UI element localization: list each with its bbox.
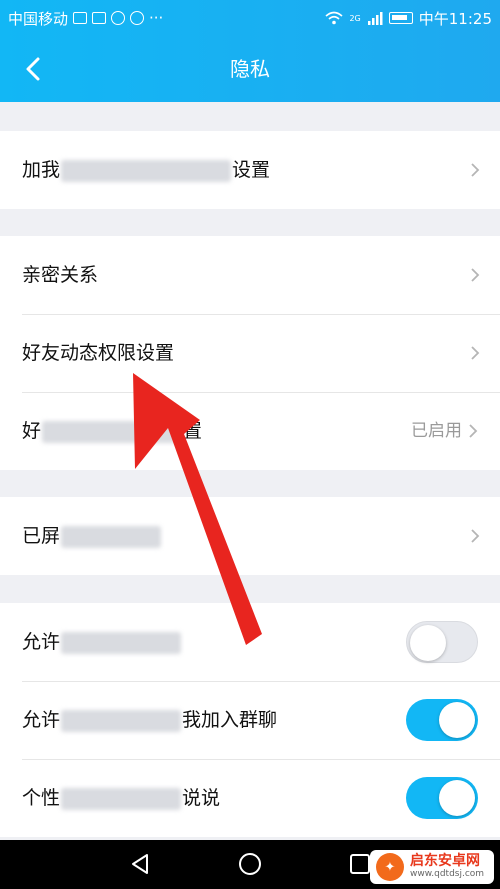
row-label: 加我 设置: [22, 159, 271, 182]
allow-stranger-group-invite-row: 允许 我加入群聊: [0, 681, 500, 759]
toggle-knob: [439, 702, 475, 738]
toggle-switch[interactable]: [406, 621, 478, 663]
nav-back-icon[interactable]: [128, 852, 152, 876]
row-label: 已屏: [22, 497, 162, 575]
personalized-moments-row: 个性 说说: [0, 759, 500, 837]
page-title: 隐私: [230, 57, 270, 81]
row-label: 允许 我加入群聊: [22, 709, 278, 732]
verification-setting-row[interactable]: 加我 设置: [0, 131, 500, 209]
watermark-url: www.qdtdsj.com: [410, 868, 485, 879]
title-bar: 隐私: [0, 36, 500, 102]
network-type: 2G: [349, 13, 361, 23]
battery-icon: [388, 12, 413, 24]
redacted-text: [61, 787, 182, 810]
friend-interaction-setting-row[interactable]: 好置 已启用: [0, 392, 500, 470]
row-label: 个性 说说: [22, 787, 221, 810]
toggle-switch[interactable]: [406, 777, 478, 819]
watermark-name: 启东安卓网: [410, 853, 480, 870]
toggle-knob: [410, 625, 446, 661]
chevron-right-icon: [471, 268, 480, 282]
row-label: 亲密关系: [22, 264, 99, 286]
row-label: 允许: [22, 603, 182, 681]
redacted-text: [61, 159, 232, 182]
intimate-relationship-row[interactable]: 亲密关系: [0, 236, 500, 314]
settings-group-toggles: 允许 允许 我加入群聊 个性 说说: [0, 603, 500, 837]
chevron-right-icon: [471, 163, 480, 177]
row-label: 好置: [22, 420, 203, 443]
settings-group-blocked: 已屏: [0, 497, 500, 575]
app-notification-icon: [111, 11, 126, 25]
chevron-right-icon: [471, 346, 480, 360]
watermark-logo-icon: ✦: [376, 853, 404, 881]
settings-group-relations: 亲密关系 好友动态权限设置 好置 已启用: [0, 236, 500, 470]
chevron-right-icon: [471, 529, 480, 543]
friend-moments-permission-row[interactable]: 好友动态权限设置: [0, 314, 500, 392]
blocked-friends-row[interactable]: 已屏: [0, 497, 500, 575]
carrier-label: 中国移动: [8, 9, 69, 28]
allow-stranger-like-row: 允许: [0, 603, 500, 681]
chevron-right-icon: [469, 424, 478, 438]
toggle-knob: [439, 780, 475, 816]
more-notifications: ···: [149, 9, 164, 27]
app-notification-icon-2: [130, 11, 145, 25]
signal-icon: [367, 12, 383, 25]
row-label: 好友动态权限设置: [22, 342, 175, 364]
nav-home-icon[interactable]: [238, 852, 262, 876]
redacted-text: [42, 420, 183, 443]
redacted-text: [61, 709, 182, 732]
card-icon: [92, 12, 107, 24]
redacted-text: [61, 525, 162, 548]
settings-group-verification: 加我 设置: [0, 131, 500, 209]
toggle-switch[interactable]: [406, 699, 478, 741]
status-bar: 中国移动 ··· 2G 中午11:25: [0, 0, 500, 36]
row-status-value: 已启用: [411, 421, 462, 441]
nav-recents-icon[interactable]: [348, 852, 372, 876]
activity-icon: [73, 12, 88, 24]
redacted-text: [61, 631, 182, 654]
wifi-icon: [325, 11, 343, 25]
clock: 中午11:25: [418, 9, 492, 28]
site-watermark: ✦ 启东安卓网 www.qdtdsj.com: [370, 850, 494, 884]
